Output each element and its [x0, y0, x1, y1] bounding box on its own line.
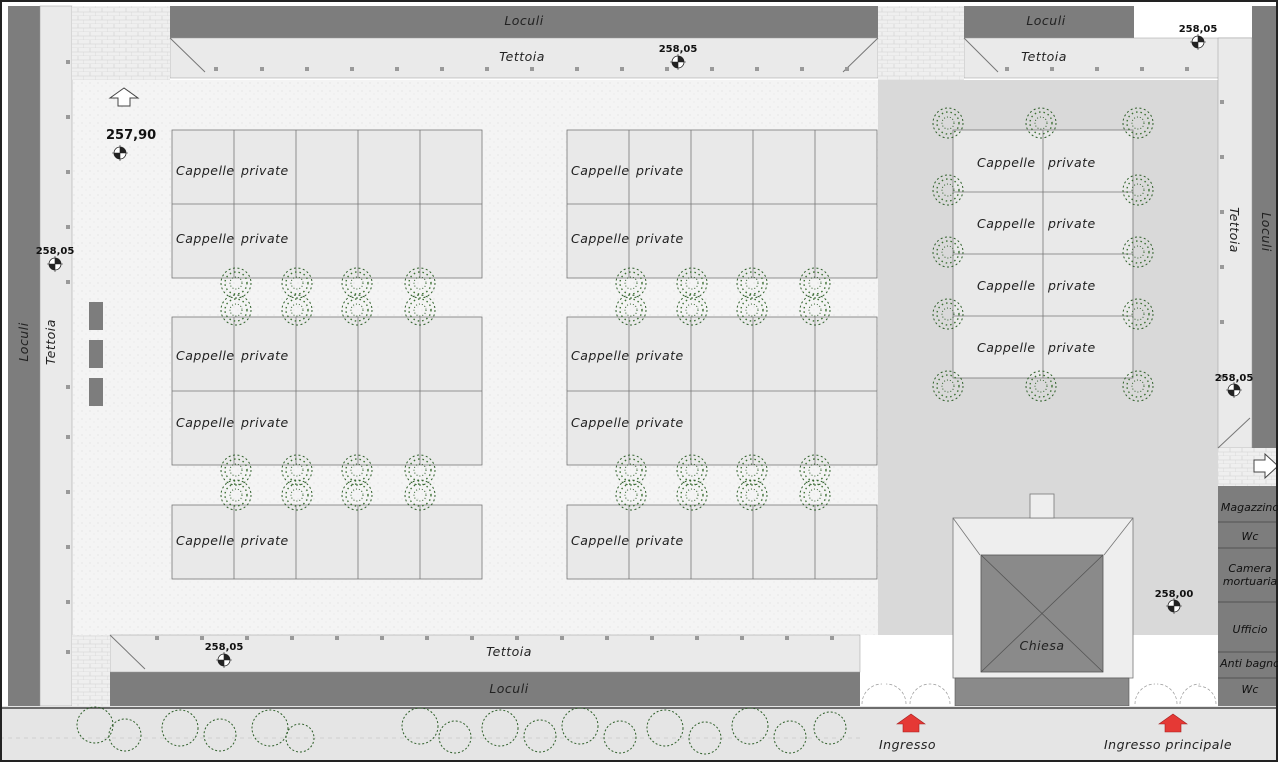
svg-text:Cappelle: Cappelle: [571, 348, 630, 363]
room-anti-bagno: Anti bagno: [1219, 657, 1278, 670]
elevation-top-right: 258,05: [1179, 24, 1218, 35]
label-chiesa: Chiesa: [1020, 638, 1065, 653]
label-tettoia-left: Tettoia: [43, 319, 58, 365]
svg-text:Cappelle: Cappelle: [977, 155, 1036, 170]
svg-text:private: private: [1047, 155, 1096, 170]
svg-text:Cappelle: Cappelle: [571, 415, 630, 430]
svg-text:private: private: [635, 348, 684, 363]
label-ingresso-principale: Ingresso principale: [1104, 737, 1232, 752]
svg-text:private: private: [1047, 340, 1096, 355]
svg-text:Cappelle: Cappelle: [571, 533, 630, 548]
svg-text:Cappelle: Cappelle: [176, 415, 235, 430]
label-tettoia-right: Tettoia: [1227, 207, 1242, 253]
elevation-lower-right: 258,00: [1155, 589, 1194, 600]
elevation-top-left: 257,90: [106, 128, 156, 143]
svg-text:Cappelle: Cappelle: [176, 231, 235, 246]
svg-text:private: private: [240, 231, 289, 246]
label-tettoia-top: Tettoia: [499, 49, 545, 64]
cemetery-site-plan: Loculi Loculi Tettoia Tettoia Tettoia Lo…: [0, 0, 1278, 762]
label-tettoia-bottom: Tettoia: [486, 644, 532, 659]
service-building: [1218, 486, 1278, 706]
svg-text:Cappelle: Cappelle: [571, 231, 630, 246]
room-wc-bottom: Wc: [1242, 683, 1259, 696]
elevation-bottom-left: 258,05: [205, 642, 244, 653]
elevation-left: 258,05: [36, 246, 75, 257]
room-ufficio: Ufficio: [1233, 623, 1268, 636]
svg-text:Cappelle: Cappelle: [176, 533, 235, 548]
room-wc-top: Wc: [1242, 530, 1259, 543]
bottom-loculi-wall: [110, 672, 860, 706]
svg-text:private: private: [635, 163, 684, 178]
room-magazzino: Magazzino: [1221, 501, 1278, 514]
svg-text:private: private: [240, 533, 289, 548]
svg-text:private: private: [240, 163, 289, 178]
chapel-label-a: Cappelle: [176, 163, 235, 178]
svg-text:private: private: [1047, 216, 1096, 231]
svg-text:private: private: [635, 533, 684, 548]
room-mortuaria: mortuaria: [1223, 575, 1278, 588]
svg-text:private: private: [635, 231, 684, 246]
room-camera: Camera: [1228, 562, 1271, 575]
svg-text:private: private: [240, 415, 289, 430]
label-loculi-top: Loculi: [504, 13, 543, 28]
svg-text:private: private: [635, 415, 684, 430]
svg-text:private: private: [1047, 278, 1096, 293]
svg-text:Cappelle: Cappelle: [571, 163, 630, 178]
label-loculi-top-right: Loculi: [1026, 13, 1065, 28]
svg-text:private: private: [240, 348, 289, 363]
church: [952, 493, 1134, 707]
elevation-right: 258,05: [1215, 373, 1254, 384]
svg-text:Cappelle: Cappelle: [977, 278, 1036, 293]
label-ingresso: Ingresso: [879, 737, 936, 752]
svg-text:Cappelle: Cappelle: [977, 340, 1036, 355]
label-loculi-left: Loculi: [16, 322, 31, 361]
elevation-top-center: 258,05: [659, 44, 698, 55]
label-loculi-right: Loculi: [1259, 212, 1274, 251]
svg-text:Cappelle: Cappelle: [977, 216, 1036, 231]
label-tettoia-top-right: Tettoia: [1021, 49, 1067, 64]
svg-text:Cappelle: Cappelle: [176, 348, 235, 363]
label-loculi-bottom: Loculi: [489, 681, 528, 696]
